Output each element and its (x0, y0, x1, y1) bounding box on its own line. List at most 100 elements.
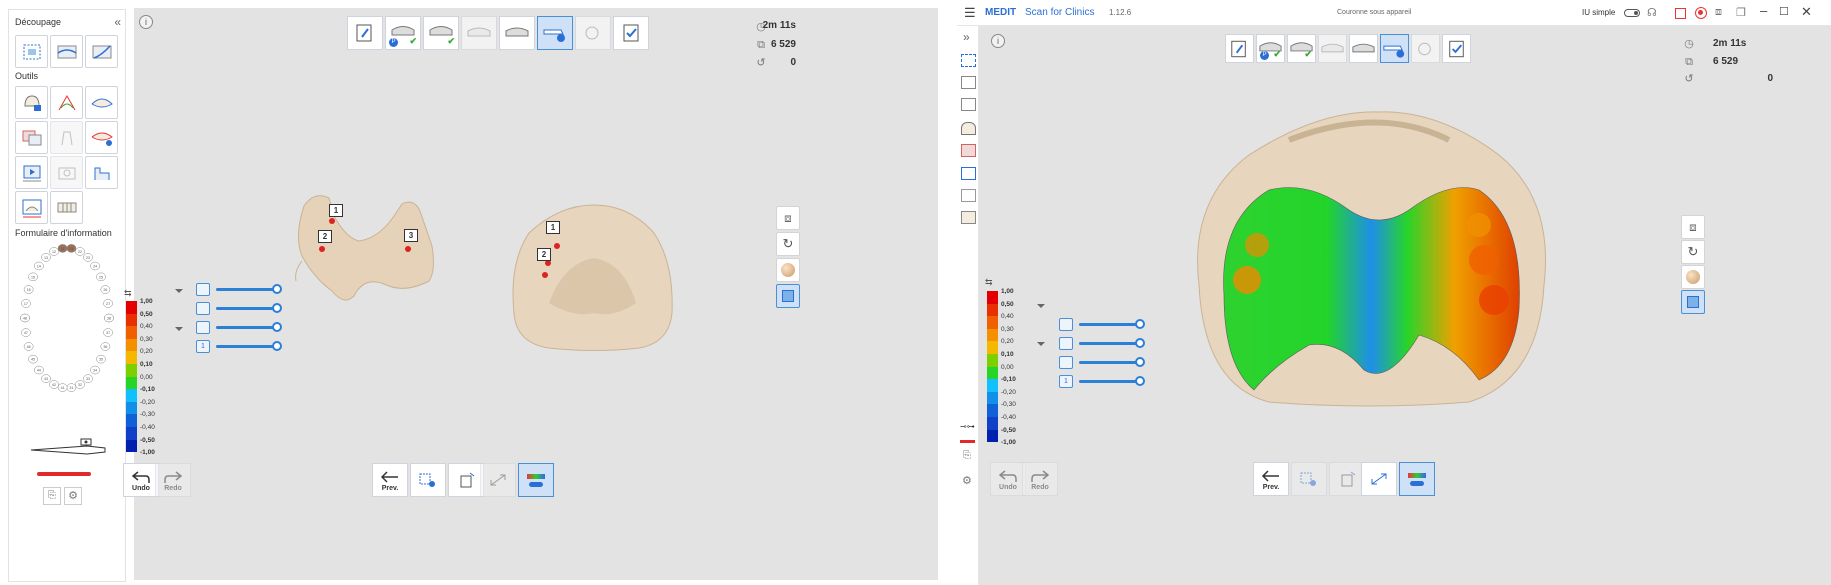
smooth-brush-icon[interactable] (50, 86, 83, 119)
visibility-slider[interactable]: 1 (196, 339, 282, 353)
maximize-icon[interactable]: ☐ (1779, 5, 1789, 18)
transparency-toggle-button[interactable] (1681, 290, 1705, 314)
clipboard-icon[interactable]: ⎘ (43, 487, 61, 505)
viewport[interactable]: i P ✔ ✔ ◷ 2m 11s ⧉ 6 529 ↺ 0 ⇆ 1,00 0,50 0,… (123, 8, 938, 580)
tooth-33[interactable]: 33 (83, 374, 93, 383)
visibility-slider[interactable] (1059, 317, 1145, 331)
headset-icon[interactable]: ☊ (1647, 6, 1657, 19)
tooth-44[interactable]: 44 (34, 365, 44, 375)
rotate-view-button[interactable]: ↻ (776, 232, 800, 256)
profile-icon[interactable] (85, 156, 118, 189)
crop-region-icon[interactable] (15, 35, 48, 68)
info-icon[interactable]: i (991, 34, 1005, 48)
slider-track[interactable] (216, 283, 282, 294)
slider-knob[interactable] (1135, 356, 1145, 367)
slider-knob[interactable] (272, 340, 282, 351)
screenshot-icon[interactable]: ⧈ (1715, 6, 1722, 19)
tooth-11[interactable]: 11 (57, 244, 68, 253)
slider-knob[interactable] (272, 302, 282, 313)
expand-arrow-icon[interactable] (1037, 342, 1045, 346)
close-icon[interactable]: ✕ (1801, 4, 1812, 20)
review-step-button[interactable] (1411, 34, 1440, 63)
window-layout-icon[interactable]: ❐ (1736, 6, 1746, 19)
upper-arch-step-button[interactable]: P ✔ (1256, 34, 1285, 63)
slider-track[interactable] (216, 321, 282, 332)
expand-arrow-icon[interactable] (175, 327, 183, 331)
record-area-icon[interactable] (1675, 8, 1686, 19)
tooth-35[interactable]: 35 (96, 354, 106, 364)
visibility-slider[interactable]: 1 (1059, 374, 1145, 388)
tooth-37[interactable]: 37 (103, 328, 113, 337)
tooth-24[interactable]: 24 (90, 261, 100, 271)
ui-mode-toggle[interactable] (1624, 9, 1640, 17)
viewport[interactable]: i P ✔ ✔ ◷ 2m 11s ⧉ 6 529 ↺ 0 ⇆ 1,00 0,50 0,… (979, 26, 1831, 585)
tooth-32[interactable]: 32 (75, 380, 85, 389)
align-arch-icon[interactable] (85, 121, 118, 154)
undo-button[interactable]: Undo (990, 462, 1026, 496)
slider-knob[interactable] (272, 283, 282, 294)
colorbar-settings-icon[interactable]: ⇆ (124, 288, 132, 299)
tooth-library-icon[interactable] (961, 211, 976, 224)
lower-arch-step-button[interactable]: ✔ (423, 16, 459, 50)
expand-sidebar-icon[interactable]: » (963, 30, 970, 44)
play-video-icon[interactable] (15, 156, 48, 189)
texture-toggle-button[interactable] (1681, 265, 1705, 289)
expand-view-button[interactable] (480, 463, 516, 497)
transparency-toggle-button[interactable] (776, 284, 800, 308)
texture-toggle-button[interactable] (776, 258, 800, 282)
info-icon[interactable]: i (139, 15, 153, 29)
tooth-47[interactable]: 47 (21, 328, 31, 337)
tooth-library-icon[interactable] (50, 191, 83, 224)
trim-surface-icon[interactable] (50, 35, 83, 68)
tooth-36[interactable]: 36 (100, 342, 111, 351)
expand-view-button[interactable] (1361, 462, 1397, 496)
prev-button[interactable]: Prev. (372, 463, 408, 497)
tooth-41[interactable]: 41 (57, 383, 68, 392)
tooth-43[interactable]: 43 (41, 374, 51, 383)
tooth-34[interactable]: 34 (90, 365, 100, 375)
slider-track[interactable] (1079, 356, 1145, 367)
tooth-outline-icon[interactable] (50, 121, 83, 154)
slider-knob[interactable] (1135, 375, 1145, 386)
tooth-14[interactable]: 14 (34, 261, 44, 271)
visibility-slider[interactable] (1059, 355, 1145, 369)
occlusion-step-button[interactable] (1318, 34, 1347, 63)
slider-track[interactable] (216, 302, 282, 313)
capture-icon[interactable] (50, 156, 83, 189)
analysis-step-button[interactable] (1380, 34, 1409, 63)
gear-icon[interactable]: ⚙ (962, 474, 972, 487)
lock-tooth-icon[interactable] (15, 86, 48, 119)
undo-button[interactable]: Undo (123, 463, 159, 497)
compare-icon[interactable] (15, 121, 48, 154)
pre-op-step-button[interactable] (1349, 34, 1378, 63)
deviation-map-model[interactable] (1179, 110, 1559, 410)
gear-icon[interactable]: ⚙ (64, 487, 82, 505)
visibility-slider[interactable] (196, 301, 282, 315)
analysis-step-button[interactable] (537, 16, 573, 50)
hamburger-menu-icon[interactable]: ☰ (964, 5, 976, 21)
cut-curve-icon[interactable] (961, 98, 976, 111)
lock-tooth-icon[interactable] (961, 122, 976, 135)
crop-region-icon[interactable] (961, 54, 976, 67)
redo-button[interactable]: Redo (1022, 462, 1058, 496)
record-icon[interactable] (1695, 7, 1707, 19)
camera-view-button[interactable]: ⧈ (1681, 215, 1705, 239)
tooth-chart[interactable]: 1817161514131211212223242526272838373635… (15, 240, 119, 396)
tooth-26[interactable]: 26 (100, 285, 111, 294)
clipboard-icon[interactable]: ⎘ (963, 450, 971, 461)
collapse-sidebar-icon[interactable]: « (114, 15, 121, 29)
tooth-12[interactable]: 12 (49, 247, 59, 256)
occlusion-step-button[interactable] (461, 16, 497, 50)
remove-data-button[interactable] (448, 463, 484, 497)
upper-arch-step-button[interactable]: P ✔ (385, 16, 421, 50)
upper-arch-model[interactable] (504, 203, 679, 358)
arch-fill-icon[interactable] (85, 86, 118, 119)
compare-icon[interactable] (961, 144, 976, 157)
tooth-15[interactable]: 15 (28, 272, 38, 282)
colorbar-settings-icon[interactable]: ⇆ (985, 277, 993, 288)
visibility-slider[interactable] (1059, 336, 1145, 350)
complete-step-button[interactable] (613, 16, 649, 50)
slider-track[interactable] (1079, 337, 1145, 348)
align-arch-icon[interactable] (961, 167, 976, 180)
expand-arrow-icon[interactable] (1037, 304, 1045, 308)
